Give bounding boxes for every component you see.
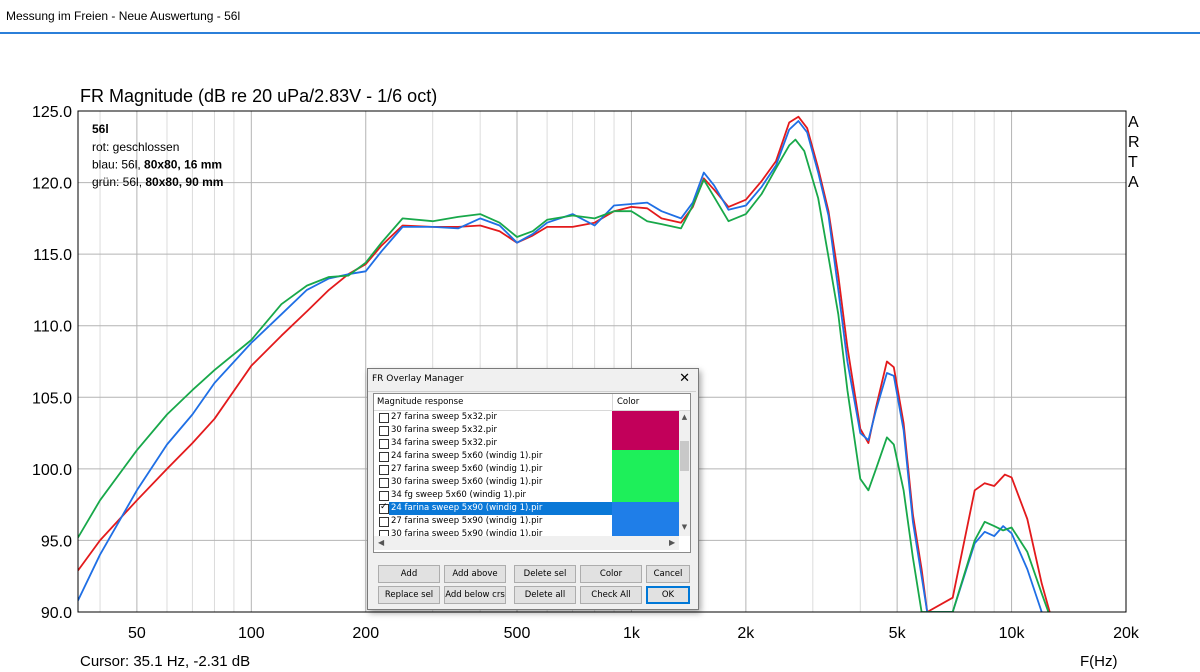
y-tick-label: 110.0 <box>33 319 72 336</box>
row-color-swatch[interactable] <box>612 424 679 437</box>
row-color-swatch[interactable] <box>612 489 679 502</box>
x-tick-label: 200 <box>352 625 379 642</box>
x-tick-label: 50 <box>128 625 146 642</box>
list-item[interactable]: 27 farina sweep 5x60 (windig 1).pir <box>374 463 679 476</box>
x-tick-label: 100 <box>238 625 265 642</box>
row-label: 24 farina sweep 5x90 (windig 1).pir <box>391 503 543 513</box>
y-tick-label: 120.0 <box>32 176 72 193</box>
cursor-readout: Cursor: 35.1 Hz, -2.31 dB <box>80 653 250 670</box>
row-color-swatch[interactable] <box>612 463 679 476</box>
chart-legend: 56l rot: geschlossen blau: 56l, 80x80, 16 … <box>92 122 223 189</box>
list-horizontal-scrollbar[interactable]: ◀ ▶ <box>374 536 679 550</box>
row-checkbox[interactable] <box>379 426 389 436</box>
add-button[interactable]: Add <box>378 565 440 583</box>
cancel-button[interactable]: Cancel <box>646 565 690 583</box>
list-item[interactable]: 30 farina sweep 5x60 (windig 1).pir <box>374 476 679 489</box>
color-button[interactable]: Color <box>580 565 642 583</box>
arta-letter: R <box>1128 134 1140 151</box>
x-axis-ticks: 50 100 200 500 1k 2k 5k 10k 20k <box>128 625 1140 642</box>
arta-letter: A <box>1128 114 1139 131</box>
row-checkbox[interactable] <box>379 491 389 501</box>
chart-title: FR Magnitude (dB re 20 uPa/2.83V - 1/6 o… <box>80 86 437 106</box>
add-below-cursor-button[interactable]: Add below crs <box>444 586 506 604</box>
replace-selected-button[interactable]: Replace sel <box>378 586 440 604</box>
row-color-swatch[interactable] <box>612 502 679 515</box>
row-checkbox[interactable] <box>379 465 389 475</box>
row-label: 34 fg sweep 5x60 (windig 1).pir <box>391 490 527 500</box>
y-axis-ticks: 90.0 95.0 100.0 105.0 110.0 115.0 120.0 125.0 <box>32 104 72 622</box>
arta-label: ARTA <box>1128 114 1140 191</box>
scrollbar-thumb[interactable] <box>680 441 689 471</box>
row-checkbox[interactable] <box>379 439 389 449</box>
fr-overlay-manager-dialog[interactable]: FR Overlay Manager ✕ Magnitude response … <box>367 368 699 610</box>
scroll-right-icon[interactable]: ▶ <box>669 538 675 547</box>
list-item[interactable]: 24 farina sweep 5x60 (windig 1).pir <box>374 450 679 463</box>
y-tick-label: 95.0 <box>41 533 72 550</box>
check-all-button[interactable]: Check All <box>580 586 642 604</box>
x-axis-label: F(Hz) <box>1080 653 1118 670</box>
scroll-left-icon[interactable]: ◀ <box>378 538 384 547</box>
legend-entry: blau: 56l, 80x80, 16 mm <box>92 158 222 172</box>
list-vertical-scrollbar[interactable]: ▲ ▼ <box>679 411 690 536</box>
arta-letter: T <box>1128 154 1138 171</box>
x-tick-label: 2k <box>737 625 755 642</box>
row-label: 27 farina sweep 5x60 (windig 1).pir <box>391 464 543 474</box>
row-label: 30 farina sweep 5x60 (windig 1).pir <box>391 477 543 487</box>
row-label: 27 farina sweep 5x90 (windig 1).pir <box>391 516 543 526</box>
row-checkbox[interactable] <box>379 452 389 462</box>
y-tick-label: 105.0 <box>32 390 72 407</box>
add-above-cursor-button[interactable]: Add above crs <box>444 565 506 595</box>
column-header-color[interactable]: Color <box>617 397 639 407</box>
ok-button[interactable]: OK <box>646 586 690 604</box>
legend-entry: rot: geschlossen <box>92 140 179 154</box>
scroll-down-icon[interactable]: ▼ <box>680 523 689 531</box>
list-item[interactable]: 34 fg sweep 5x60 (windig 1).pir <box>374 489 679 502</box>
y-tick-label: 100.0 <box>32 462 72 479</box>
row-color-swatch[interactable] <box>612 411 679 424</box>
overlay-list[interactable]: Magnitude response Color 27 farina sweep… <box>373 393 691 553</box>
x-tick-label: 20k <box>1113 625 1140 642</box>
row-label: 24 farina sweep 5x60 (windig 1).pir <box>391 451 543 461</box>
row-checkbox[interactable] <box>379 502 389 514</box>
row-checkbox[interactable] <box>379 517 389 527</box>
legend-entry: grün: 56l, 80x80, 90 mm <box>92 175 223 189</box>
x-tick-label: 10k <box>999 625 1026 642</box>
list-item[interactable]: 27 farina sweep 5x90 (windig 1).pir <box>374 515 679 528</box>
row-label: 27 farina sweep 5x32.pir <box>391 412 498 422</box>
delete-all-button[interactable]: Delete all <box>514 586 576 604</box>
y-tick-label: 115.0 <box>33 247 72 264</box>
legend-heading: 56l <box>92 122 109 136</box>
x-tick-label: 1k <box>623 625 641 642</box>
delete-selected-button[interactable]: Delete sel <box>514 565 576 583</box>
row-color-swatch[interactable] <box>612 437 679 450</box>
column-header-name[interactable]: Magnitude response <box>377 397 463 407</box>
list-item[interactable]: 30 farina sweep 5x32.pir <box>374 424 679 437</box>
arta-letter: A <box>1128 174 1139 191</box>
list-item[interactable]: 34 farina sweep 5x32.pir <box>374 437 679 450</box>
y-tick-label: 125.0 <box>32 104 72 121</box>
row-label: 34 farina sweep 5x32.pir <box>391 438 498 448</box>
list-header: Magnitude response Color <box>374 394 690 411</box>
list-item[interactable]: 24 farina sweep 5x90 (windig 1).pir <box>374 502 679 515</box>
row-color-swatch[interactable] <box>612 515 679 528</box>
list-item[interactable]: 27 farina sweep 5x32.pir <box>374 411 679 424</box>
row-color-swatch[interactable] <box>612 476 679 489</box>
x-tick-label: 5k <box>889 625 907 642</box>
row-label: 30 farina sweep 5x32.pir <box>391 425 498 435</box>
close-icon[interactable]: ✕ <box>679 371 690 386</box>
scroll-up-icon[interactable]: ▲ <box>680 413 689 421</box>
y-tick-label: 90.0 <box>41 605 72 622</box>
row-checkbox[interactable] <box>379 413 389 423</box>
dialog-title: FR Overlay Manager <box>372 374 464 384</box>
row-color-swatch[interactable] <box>612 450 679 463</box>
x-tick-label: 500 <box>504 625 531 642</box>
row-checkbox[interactable] <box>379 478 389 488</box>
